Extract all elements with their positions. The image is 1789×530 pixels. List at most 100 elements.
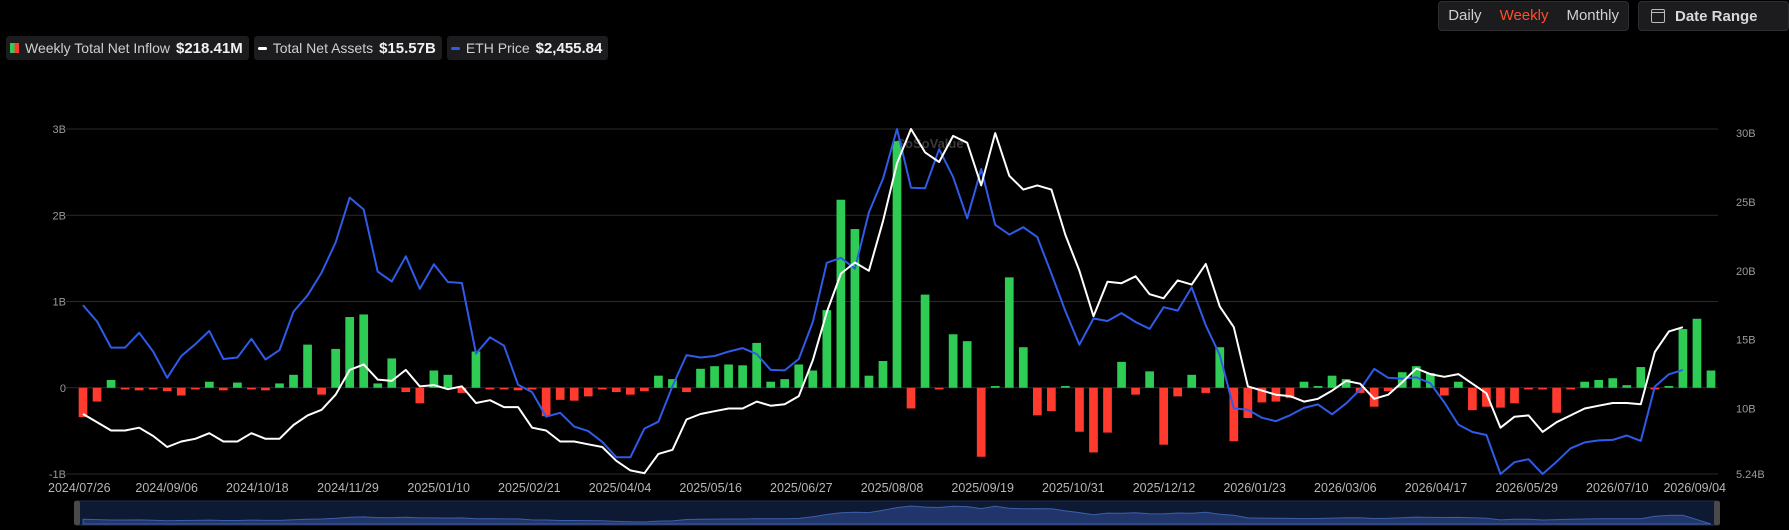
outflow-bar <box>583 387 593 397</box>
outflow-bar <box>1047 387 1056 412</box>
x-tick-label: 2025/05/16 <box>679 481 742 495</box>
outflow-bar <box>527 387 537 390</box>
outflow-bar <box>1131 387 1140 395</box>
y-right-tick-label: 10B <box>1736 403 1756 415</box>
x-tick-label: 2026/04/17 <box>1405 481 1468 495</box>
outflow-bar <box>1103 387 1112 433</box>
outflow-bar <box>513 387 523 391</box>
outflow-bar <box>1201 387 1211 393</box>
x-tick-label: 2025/09/19 <box>951 481 1014 495</box>
x-tick-label: 2025/02/21 <box>498 481 561 495</box>
inflow-bar <box>696 368 705 388</box>
outflow-bar <box>611 387 621 393</box>
x-tick-label: 2026/09/04 <box>1663 481 1726 495</box>
y-left-tick-label: 2B <box>53 210 66 222</box>
inflow-bar <box>289 374 298 388</box>
outflow-bar <box>1089 387 1098 453</box>
inflow-bar <box>1678 329 1688 388</box>
bar-series <box>78 141 1716 457</box>
outflow-bar <box>1159 387 1169 445</box>
inflow-bar <box>387 358 397 388</box>
chart: SoSoValue 3B2B1B0-1B 30B25B20B15B10B5.24… <box>48 124 1765 526</box>
outflow-bar <box>162 387 172 392</box>
y-right-tick-label: 25B <box>1736 197 1756 209</box>
outflow-bar <box>1468 387 1477 411</box>
x-tick-label: 2024/11/29 <box>317 481 379 495</box>
outflow-bar <box>176 387 186 396</box>
inflow-bar <box>471 351 481 388</box>
outflow-bar <box>485 387 495 390</box>
outflow-bar <box>1552 387 1561 413</box>
inflow-bar <box>204 381 214 388</box>
x-tick-label: 2025/08/08 <box>861 481 924 495</box>
outflow-bar <box>92 387 102 402</box>
outflow-bar <box>555 387 565 400</box>
inflow-bar <box>962 341 972 388</box>
navigator-right-handle[interactable] <box>1714 501 1720 525</box>
inflow-bar <box>1299 381 1309 388</box>
inflow-bar <box>1117 361 1126 388</box>
outflow-bar <box>906 387 916 409</box>
outflow-bar <box>1032 387 1042 416</box>
inflow-bar <box>1327 375 1337 388</box>
inflow-bar <box>443 374 453 388</box>
outflow-bar <box>934 387 944 390</box>
outflow-bar <box>682 387 691 393</box>
inflow-bar <box>275 383 284 388</box>
outflow-bar <box>640 387 649 392</box>
outflow-bar <box>1075 387 1084 432</box>
y-right-tick-label: 20B <box>1736 266 1756 278</box>
x-tick-label: 2024/10/18 <box>226 481 289 495</box>
inflow-bar <box>808 370 818 388</box>
inflow-bar <box>1706 370 1716 388</box>
inflow-bar <box>1018 347 1028 388</box>
outflow-bar <box>190 387 200 390</box>
outflow-bar <box>625 387 635 395</box>
inflow-bar <box>1594 379 1604 388</box>
y-axis-right: 30B 25B 20B 15B 10B 5.24B <box>1736 128 1765 481</box>
x-tick-label: 2026/01/23 <box>1223 481 1286 495</box>
y-left-tick-label: 3B <box>53 124 66 136</box>
inflow-bar <box>331 348 340 388</box>
outflow-bar <box>1243 387 1253 418</box>
inflow-bar <box>990 386 1000 388</box>
inflow-bar <box>1664 386 1674 388</box>
inflow-bar <box>1608 378 1618 388</box>
inflow-bar <box>948 334 958 388</box>
outflow-bar <box>120 387 130 390</box>
inflow-bar <box>1145 371 1154 388</box>
outflow-bar <box>134 387 144 391</box>
outflow-bar <box>1496 387 1505 408</box>
outflow-bar <box>1173 387 1183 397</box>
y-left-tick-label: 1B <box>53 297 66 309</box>
inflow-bar <box>878 361 888 388</box>
inflow-bar <box>359 314 369 388</box>
inflow-bar <box>710 366 719 388</box>
inflow-bar <box>373 383 383 388</box>
x-tick-label: 2026/03/06 <box>1314 481 1377 495</box>
outflow-bar <box>401 387 411 393</box>
y-right-tick-label: 15B <box>1736 335 1756 347</box>
inflow-bar <box>1454 381 1463 388</box>
x-tick-label: 2024/07/26 <box>48 481 111 495</box>
inflow-bar <box>738 365 747 388</box>
inflow-bar <box>654 375 663 388</box>
outflow-bar <box>1566 387 1575 390</box>
range-navigator[interactable] <box>74 500 1720 526</box>
outflow-bar <box>261 387 270 391</box>
inflow-bar <box>1636 367 1646 388</box>
outflow-bar <box>1538 387 1547 390</box>
x-tick-label: 2025/01/10 <box>407 481 470 495</box>
outflow-bar <box>569 387 579 401</box>
outflow-bar <box>415 387 425 404</box>
inflow-bar <box>724 364 733 388</box>
inflow-bar <box>1061 386 1070 388</box>
inflow-bar <box>766 381 776 388</box>
inflow-bar <box>1004 277 1014 388</box>
inflow-bar <box>233 382 242 388</box>
outflow-bar <box>219 387 228 391</box>
inflow-bar <box>1622 385 1632 388</box>
inflow-bar <box>1692 318 1702 388</box>
navigator-left-handle[interactable] <box>74 501 80 525</box>
inflow-bar <box>303 344 312 388</box>
